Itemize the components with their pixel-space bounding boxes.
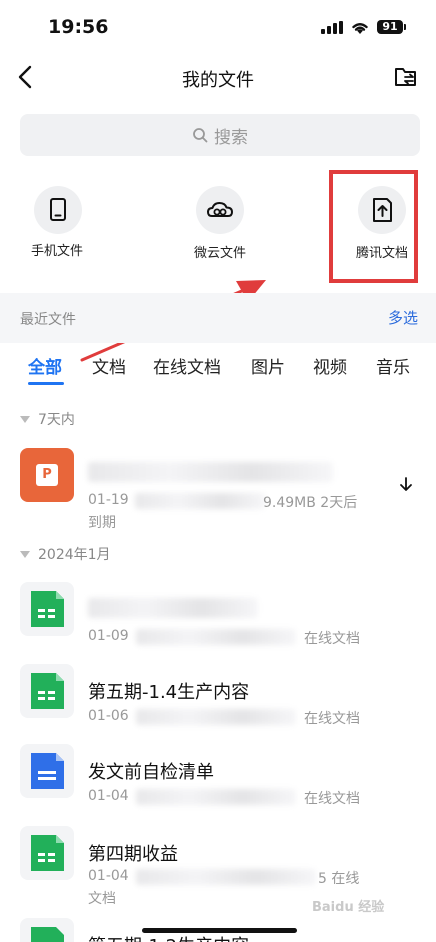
file-meta-extra: 在线文档 (304, 711, 360, 727)
file-date: 01-19 (88, 492, 129, 508)
file-title: 发文前自检清单 (88, 762, 214, 783)
tab-documents[interactable]: 文档 (92, 353, 126, 378)
sheet-icon (31, 835, 64, 871)
file-meta-line2: 到期 (88, 515, 116, 531)
tab-music[interactable]: 音乐 (376, 353, 410, 378)
file-title: 第四期收益 (88, 844, 178, 865)
redacted-meta (136, 629, 296, 645)
file-date: 01-04 (88, 788, 129, 804)
file-title: 第五期-1.2生产内容 (88, 932, 249, 942)
list-item[interactable]: 发文前自检清单 01-04 在线文档 (0, 744, 436, 816)
file-meta-extra: 在线文档 (304, 631, 360, 647)
group-label: 7天内 (38, 412, 75, 428)
file-icon-box (20, 664, 74, 718)
list-item[interactable]: 01-09 在线文档 (0, 582, 436, 654)
collapse-triangle-icon (20, 415, 30, 423)
file-meta-extra: 9.49MB 2天后 (263, 495, 358, 511)
file-icon-box (20, 826, 74, 880)
redacted-meta (136, 789, 296, 805)
file-icon-box (20, 582, 74, 636)
list-item[interactable]: 第五期-1.4生产内容 01-06 在线文档 (0, 664, 436, 736)
tab-active-indicator (28, 382, 64, 385)
doc-icon (31, 753, 64, 789)
group-header[interactable]: 7天内 (20, 409, 75, 429)
file-meta-extra: 在线文档 (304, 791, 360, 807)
home-indicator[interactable] (142, 928, 297, 933)
file-meta-line2: 文档 (88, 891, 116, 907)
redacted-title (88, 462, 333, 482)
tab-online-docs[interactable]: 在线文档 (153, 353, 221, 378)
sheet-icon (31, 927, 64, 942)
group-label: 2024年1月 (38, 547, 111, 563)
tab-images[interactable]: 图片 (251, 353, 285, 378)
tab-all[interactable]: 全部 (28, 353, 62, 378)
download-icon[interactable] (398, 476, 414, 494)
sheet-icon (31, 591, 64, 627)
file-icon-box (20, 918, 74, 942)
sheet-icon (31, 673, 64, 709)
redacted-meta (136, 869, 316, 885)
file-title: 第五期-1.4生产内容 (88, 682, 250, 703)
file-date: 01-04 (88, 868, 129, 884)
file-icon-box: P (20, 448, 74, 502)
multiselect-button[interactable]: 多选 (388, 307, 418, 328)
file-date: 01-06 (88, 708, 129, 724)
watermark: Baidu 经验 (312, 900, 385, 915)
redacted-meta (136, 709, 296, 725)
file-date: 01-09 (88, 628, 129, 644)
list-item[interactable]: P 01-19 9.49MB 2天后 到期 (0, 446, 436, 532)
ppt-icon: P (36, 464, 58, 486)
file-meta-extra: 5 在线 (318, 871, 360, 887)
redacted-title (88, 598, 258, 618)
file-icon-box (20, 744, 74, 798)
redacted-meta (135, 493, 265, 509)
ppt-badge: P (42, 467, 52, 482)
group-header[interactable]: 2024年1月 (20, 544, 111, 564)
tab-videos[interactable]: 视频 (313, 353, 347, 378)
collapse-triangle-icon (20, 550, 30, 558)
recent-files-label: 最近文件 (20, 312, 76, 328)
